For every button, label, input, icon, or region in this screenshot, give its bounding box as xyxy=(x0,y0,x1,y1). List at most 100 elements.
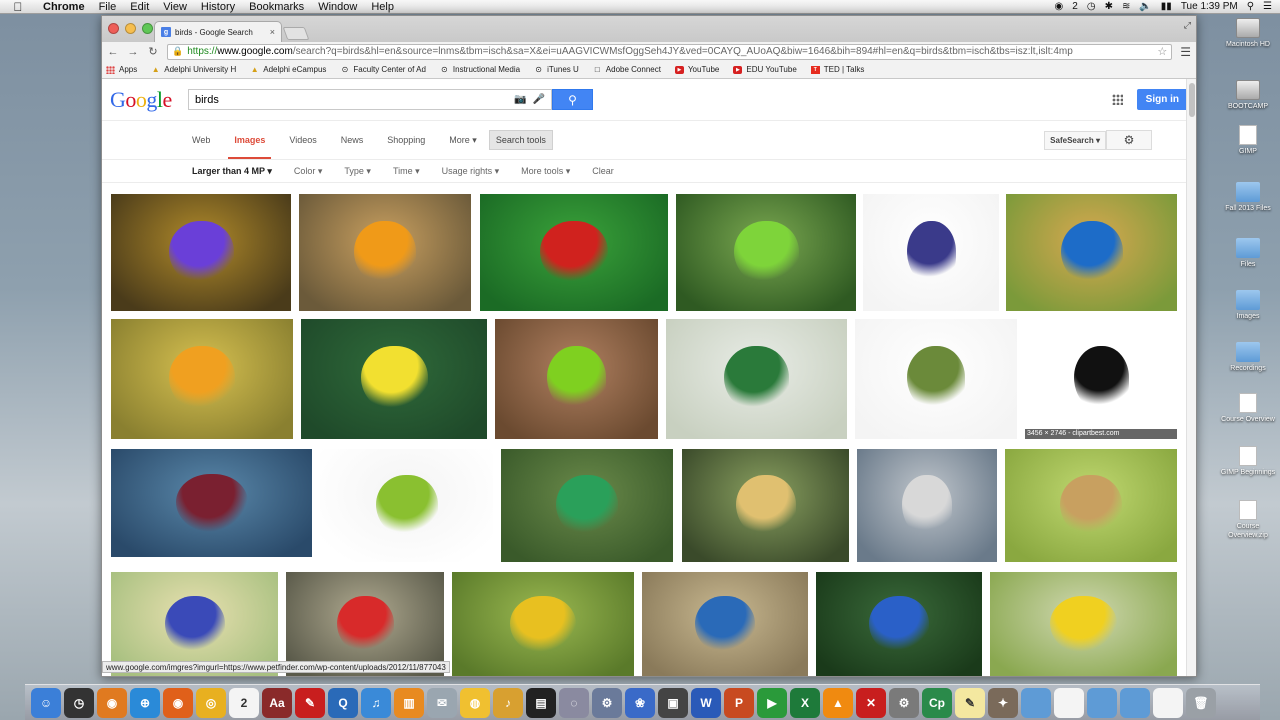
sign-in-button[interactable]: Sign in xyxy=(1136,89,1188,110)
type-filter[interactable]: Type ▾ xyxy=(344,166,371,177)
image-result-thumbnail[interactable] xyxy=(666,319,847,439)
finder-icon[interactable]: ☺ xyxy=(31,687,61,718)
reload-icon[interactable]: ↻ xyxy=(147,45,159,58)
image-result-thumbnail[interactable] xyxy=(1005,449,1177,562)
apple-icon[interactable]:  xyxy=(0,0,36,14)
google-apps-icon[interactable] xyxy=(1111,94,1123,105)
menu-history[interactable]: History xyxy=(194,0,242,14)
image-result-thumbnail[interactable] xyxy=(111,449,312,557)
clear-filters-link[interactable]: Clear xyxy=(592,166,614,176)
image-result-thumbnail[interactable] xyxy=(495,319,658,439)
close-window-button[interactable] xyxy=(108,23,119,34)
page-scrollbar[interactable] xyxy=(1186,79,1196,676)
vlc-icon[interactable]: ▲ xyxy=(823,687,853,718)
image-result-thumbnail[interactable] xyxy=(480,194,668,311)
firefox-like-icon[interactable]: ◉ xyxy=(97,687,127,718)
size-filter[interactable]: Larger than 4 MP ▾ xyxy=(192,166,272,177)
folder-icon[interactable] xyxy=(1120,687,1150,718)
garageband-icon[interactable]: ♪ xyxy=(493,687,523,718)
crossover-icon[interactable]: ✕ xyxy=(856,687,886,718)
wifi-icon[interactable]: ≋ xyxy=(1122,1,1130,12)
bookmark-itunes-u[interactable]: ⊙ iTunes U xyxy=(534,65,579,74)
minimize-window-button[interactable] xyxy=(125,23,136,34)
back-arrow-icon[interactable]: ← xyxy=(107,46,119,58)
itunes-icon[interactable]: ♫ xyxy=(361,687,391,718)
google-logo[interactable]: Google xyxy=(110,87,185,113)
safesearch-dropdown[interactable]: SafeSearch ▾ xyxy=(1044,131,1106,150)
notifications-icon[interactable]: ☰ xyxy=(1263,1,1272,12)
microphone-icon[interactable]: 🎤 xyxy=(533,94,545,105)
image-result-thumbnail[interactable] xyxy=(501,449,673,562)
settings-gear-icon[interactable]: ⚙ xyxy=(1106,130,1152,150)
clock[interactable]: Tue 1:39 PM xyxy=(1181,1,1238,12)
excel-icon[interactable]: X xyxy=(790,687,820,718)
image-result-thumbnail[interactable] xyxy=(676,194,856,311)
tab-news[interactable]: News xyxy=(341,121,364,159)
bookmark-apps[interactable]: Apps xyxy=(106,65,137,74)
desktop-icon[interactable]: Course Overview.zip xyxy=(1218,500,1278,540)
new-tab-button[interactable] xyxy=(282,27,310,40)
time-filter[interactable]: Time ▾ xyxy=(393,166,420,177)
safari-icon[interactable]: ⊕ xyxy=(130,687,160,718)
battery-icon[interactable]: ▮▮ xyxy=(1161,1,1172,12)
dashboard-icon[interactable]: ◷ xyxy=(64,687,94,718)
image-result-thumbnail[interactable] xyxy=(1006,194,1177,311)
preview-icon[interactable]: ◍ xyxy=(460,687,490,718)
desktop-icon[interactable]: Fall 2013 Files xyxy=(1218,182,1278,213)
desktop-icon[interactable]: GIMP xyxy=(1218,125,1278,156)
quicktime-icon[interactable]: Q xyxy=(328,687,358,718)
desktop-icon[interactable]: Images xyxy=(1218,290,1278,321)
search-button[interactable]: ⚲ xyxy=(552,89,593,110)
tab-more[interactable]: More ▾ xyxy=(449,121,477,159)
menu-window[interactable]: Window xyxy=(311,0,364,14)
trash-icon[interactable]: 🗑 xyxy=(1186,687,1216,718)
image-result-thumbnail[interactable] xyxy=(111,194,291,311)
more-tools-filter[interactable]: More tools ▾ xyxy=(521,166,570,177)
image-result-thumbnail[interactable] xyxy=(816,572,982,676)
bookmark-adelphi-university[interactable]: ▲ Adelphi University H xyxy=(151,65,237,74)
desktop-icon[interactable]: BOOTCAMP xyxy=(1218,80,1278,111)
address-bar[interactable]: 🔒 https://www.google.com/search?q=birds&… xyxy=(167,43,1173,60)
color-filter[interactable]: Color ▾ xyxy=(294,166,323,177)
sysprefs-icon[interactable]: ⚙ xyxy=(889,687,919,718)
ibooks-icon[interactable]: ▥ xyxy=(394,687,424,718)
image-result-thumbnail[interactable] xyxy=(642,572,808,676)
image-result-thumbnail[interactable] xyxy=(452,572,634,676)
menu-help[interactable]: Help xyxy=(364,0,401,14)
downloads-folder-icon[interactable] xyxy=(1087,687,1117,718)
menu-file[interactable]: File xyxy=(92,0,124,14)
image-result-thumbnail[interactable] xyxy=(682,449,849,562)
powerpoint-icon[interactable]: P xyxy=(724,687,754,718)
desktop-icon[interactable]: GIMP Beginnings xyxy=(1218,446,1278,477)
desktop-icon[interactable]: Course Overview xyxy=(1218,393,1278,424)
search-tools-button[interactable]: Search tools xyxy=(488,130,553,150)
search-input[interactable]: birds 📷 🎤 xyxy=(188,89,552,110)
firefox-icon[interactable]: ◉ xyxy=(163,687,193,718)
captivate-icon[interactable]: Cp xyxy=(922,687,952,718)
bluetooth-icon[interactable]: ✱ xyxy=(1105,1,1113,12)
scrollbar-thumb[interactable] xyxy=(1189,83,1195,117)
clapper-icon[interactable]: ▤ xyxy=(526,687,556,718)
desktop-folder-icon[interactable] xyxy=(1153,687,1183,718)
apps-folder-icon[interactable] xyxy=(1021,687,1051,718)
menu-view[interactable]: View xyxy=(156,0,194,14)
bookmark-faculty-center[interactable]: ⊙ Faculty Center of Ad xyxy=(340,65,426,74)
record-icon[interactable]: ◉ xyxy=(1055,1,1064,12)
image-result-thumbnail[interactable] xyxy=(320,449,493,562)
bookmark-edu-youtube[interactable]: ▶ EDU YouTube xyxy=(733,65,797,74)
dvd-icon[interactable]: ◌ xyxy=(559,687,589,718)
image-result-thumbnail[interactable] xyxy=(855,319,1017,439)
photo-icon[interactable]: ❀ xyxy=(625,687,655,718)
image-result-thumbnail[interactable] xyxy=(301,319,487,439)
monitor-icon[interactable]: ▣ xyxy=(658,687,688,718)
word-icon[interactable]: W xyxy=(691,687,721,718)
bookmark-star-icon[interactable]: ☆ xyxy=(1157,45,1167,58)
mail-icon[interactable]: ✉ xyxy=(427,687,457,718)
script-icon[interactable]: ✎ xyxy=(955,687,985,718)
image-result-thumbnail[interactable] xyxy=(990,572,1177,676)
desktop-icon[interactable]: Files xyxy=(1218,238,1278,269)
image-result-thumbnail[interactable] xyxy=(299,194,471,311)
documents-folder-icon[interactable] xyxy=(1054,687,1084,718)
acrobat-icon[interactable]: ✎ xyxy=(295,687,325,718)
calendar-icon[interactable]: 2 xyxy=(229,687,259,718)
